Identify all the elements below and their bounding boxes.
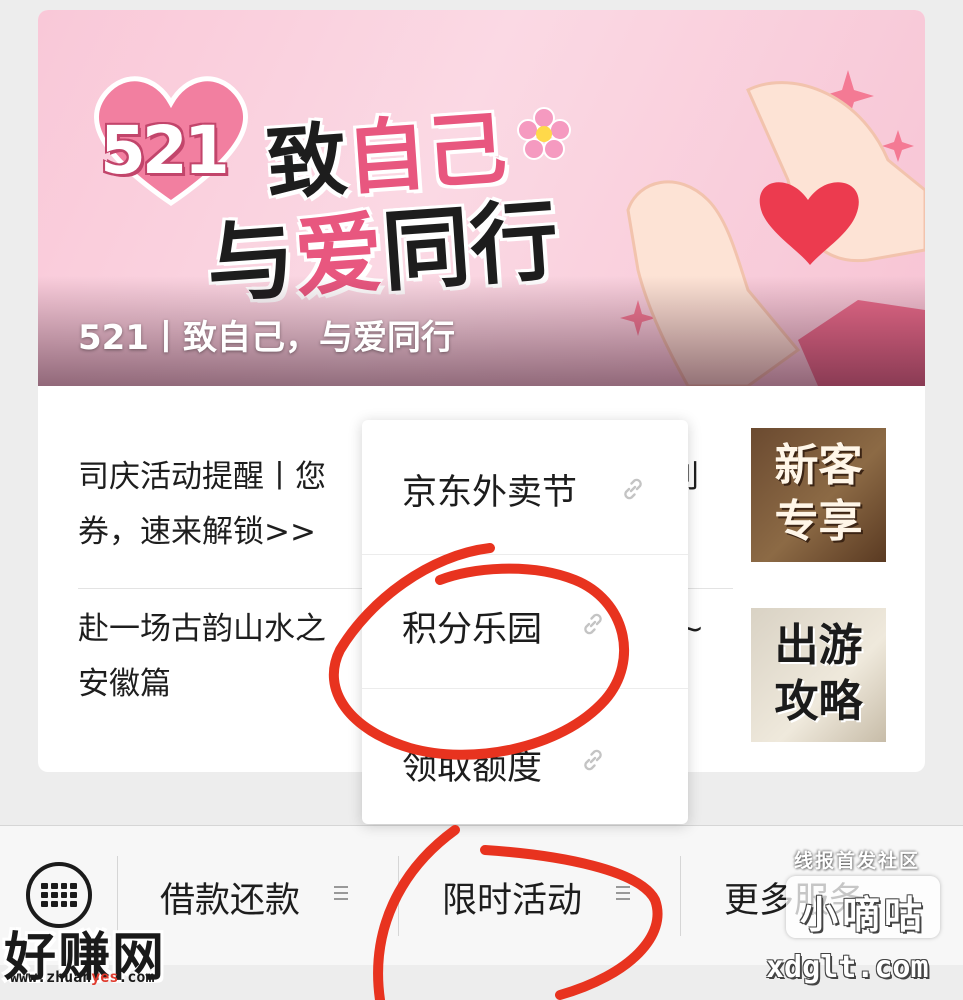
submenu-item-label: 积分乐园: [402, 610, 543, 650]
heart-hands-illustration: [620, 70, 925, 386]
link-icon: [624, 478, 642, 500]
list-item-thumbnail: 出游 攻略: [751, 608, 886, 742]
menu-label: 限时活动: [442, 881, 583, 921]
list-item-thumbnail: 新客 专享: [751, 428, 886, 562]
menu-divider: [398, 856, 399, 936]
submenu-item-jd-takeout[interactable]: 京东外卖节: [362, 420, 688, 554]
submenu-item-label: 京东外卖节: [402, 473, 578, 513]
article-banner[interactable]: 521 致自己 与爱同行 521丨致自己，与爱同行: [38, 10, 925, 386]
menu-loan-repay[interactable]: 借款还款: [160, 866, 360, 926]
banner-number: 521: [100, 112, 230, 189]
watermark-left-url: www.zhuanyes.com: [10, 968, 155, 986]
menu-label: 借款还款: [160, 881, 301, 921]
banner-caption: 521丨致自己，与爱同行: [78, 318, 455, 358]
watermark-right-url: xdglt.com: [766, 950, 929, 985]
menu-divider: [680, 856, 681, 936]
watermark-right-badge: 小嘀咕: [786, 876, 940, 938]
menu-limited-activity[interactable]: 限时活动: [442, 866, 642, 926]
menu-lines-icon: [334, 886, 348, 902]
submenu-item-label: 领取额度: [402, 748, 543, 788]
submenu-item-points-park[interactable]: 积分乐园: [362, 554, 688, 688]
menu-lines-icon: [616, 886, 630, 902]
link-icon: [584, 749, 602, 771]
link-icon: [584, 613, 602, 635]
submenu-popup: 京东外卖节 积分乐园 领取额度: [362, 420, 688, 824]
submenu-item-get-credit[interactable]: 领取额度: [362, 688, 688, 822]
flower-icon: [517, 107, 571, 160]
banner-headline-2: 与爱同行: [203, 188, 562, 317]
watermark-right-tagline: 线报首发社区: [794, 850, 921, 872]
